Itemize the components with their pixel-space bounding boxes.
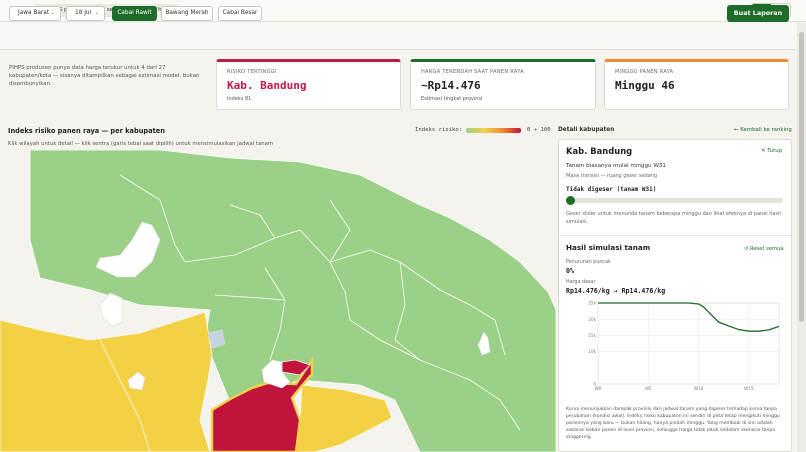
slider-handle[interactable] <box>566 196 575 205</box>
reset-all-button[interactable]: ↺ Reset semua <box>744 246 784 252</box>
detail-section-title: Detail kabupaten <box>558 127 615 133</box>
chart-explanation: Kurva menunjukkan dampak provinsi dari j… <box>566 407 780 440</box>
stat-card-sub: Estimasi tingkat provinsi <box>421 96 483 102</box>
create-report-button[interactable]: Buat Laporan <box>727 5 789 22</box>
stat-card-label: RISIKO TERTINGGI <box>227 69 277 75</box>
stat-card-sub: Indeks 81 <box>227 96 252 102</box>
province-select[interactable]: Jawa Barat ⌄ <box>9 6 61 21</box>
chart-plot-area <box>597 302 780 385</box>
stat-card-label: MINGGU PANEN RAYA <box>615 69 674 75</box>
planting-week-text: Tanam biasanya mulai minggu W31 <box>566 163 666 169</box>
stat-card-lowest-price: HARGA TERENDAH SAAT PANEN RAYA ~Rp14.476… <box>410 59 596 110</box>
chevron-down-icon: ⌄ <box>94 10 99 16</box>
chart-x-tick: W10 <box>694 386 704 391</box>
scrollbar-thumb[interactable] <box>799 32 804 322</box>
stat-card-peak-harvest-week: MINGGU PANEN RAYA Minggu 46 <box>604 59 789 110</box>
back-to-ranking-link[interactable]: ← Kembali ke ranking <box>734 127 792 133</box>
tab-bawang-merah[interactable]: Bawang Merah <box>161 6 213 21</box>
risk-choropleth-map[interactable] <box>0 150 556 452</box>
date-select[interactable]: 18 Jul ⌄ <box>66 6 105 21</box>
chart-y-tick: 15k <box>588 333 596 338</box>
peak-drop-label: Penurunan puncak <box>566 260 611 265</box>
transition-text: Masa transisi — ruang geser sedang <box>566 173 658 179</box>
province-select-value: Jawa Barat <box>18 10 50 16</box>
chart-x-tick: W0 <box>595 386 602 391</box>
close-detail-button[interactable]: ✕ Tutup <box>761 148 782 154</box>
map-title: Indeks risiko panen raya — per kabupaten <box>8 127 165 135</box>
chart-y-tick: 10k <box>588 349 596 354</box>
price-simulation-chart: 010k15k20k25k W0 W5 W10 W15 <box>588 301 780 391</box>
stat-card-label: HARGA TERENDAH SAAT PANEN RAYA <box>421 69 524 75</box>
stat-card-value: ~Rp14.476 <box>421 79 481 92</box>
shift-status-label: Tidak digeser (tanam W31) <box>566 186 657 193</box>
map-hint: Klik wilayah untuk detail — klik sentra … <box>8 141 274 147</box>
tab-cabai-rawit[interactable]: Cabai Rawit <box>112 6 157 21</box>
legend-label: Indeks risiko: <box>415 127 463 133</box>
filter-bar <box>0 23 806 50</box>
chart-x-tick: W5 <box>645 386 652 391</box>
stat-card-value: Kab. Bandung <box>227 79 307 92</box>
risk-legend-gradient <box>466 128 521 133</box>
chart-y-ticks: 010k15k20k25k <box>588 301 596 387</box>
chart-x-tick: W15 <box>744 386 754 391</box>
tab-cabai-besar[interactable]: Cabai Besar <box>218 6 262 21</box>
slider-hint: Geser slider untuk menunda tanam beberap… <box>566 211 781 225</box>
chart-grid <box>597 302 780 385</box>
chevron-down-icon: ⌄ <box>50 10 55 16</box>
stat-card-value: Minggu 46 <box>615 79 675 92</box>
chart-y-tick: 20k <box>588 317 596 322</box>
date-select-value: 18 Jul <box>75 10 92 16</box>
stat-card-highest-risk[interactable]: RISIKO TERTINGGI Kab. Bandung Indeks 81 <box>216 59 401 110</box>
planting-shift-slider[interactable] <box>566 198 783 203</box>
chart-x-ticks: W0 W5 W10 W15 <box>595 386 754 391</box>
peak-drop-value: 0% <box>566 267 574 275</box>
legend-range: 0 ÷ 100 <box>527 127 551 133</box>
base-price-value: Rp14.476/kg → Rp14.476/kg <box>566 287 666 295</box>
chart-y-tick: 25k <box>588 301 596 306</box>
panel-divider <box>559 235 791 236</box>
base-price-label: Harga dasar <box>566 280 596 285</box>
data-coverage-note: PIHPS produsen punya data harga terukur … <box>9 65 200 87</box>
simulation-title: Hasil simulasi tanam <box>566 243 651 252</box>
detail-kabupaten-name: Kab. Bandung <box>566 146 633 156</box>
